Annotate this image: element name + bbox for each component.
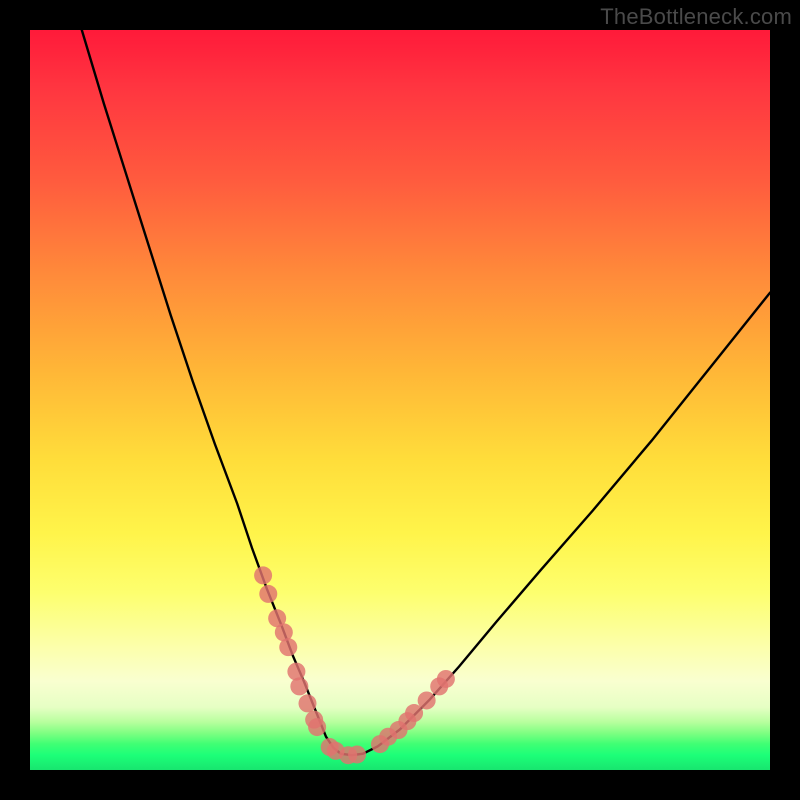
bottleneck-curve: [82, 30, 770, 755]
sample-point: [259, 585, 277, 603]
marker-layer: [254, 566, 455, 764]
chart-stage: TheBottleneck.com: [0, 0, 800, 800]
sample-point: [254, 566, 272, 584]
sample-point: [299, 694, 317, 712]
plot-area: [30, 30, 770, 770]
sample-point: [348, 745, 366, 763]
sample-point: [287, 663, 305, 681]
sample-point: [418, 691, 436, 709]
watermark-text: TheBottleneck.com: [600, 4, 792, 30]
sample-point: [308, 718, 326, 736]
curve-layer: [30, 30, 770, 770]
sample-point: [279, 638, 297, 656]
sample-point: [437, 670, 455, 688]
sample-point: [290, 677, 308, 695]
